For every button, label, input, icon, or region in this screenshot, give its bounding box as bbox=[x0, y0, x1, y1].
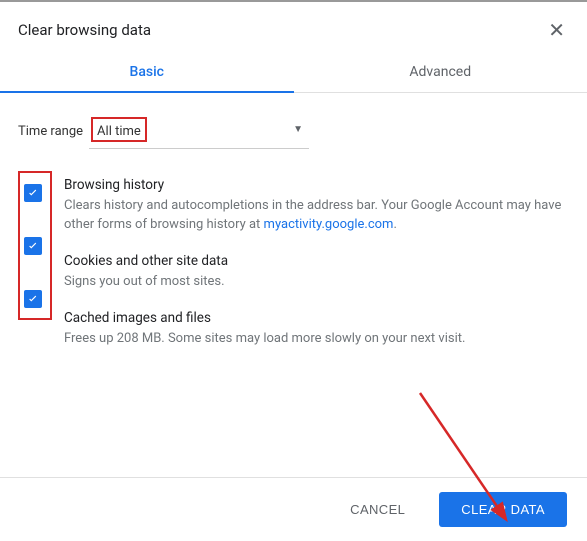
option-title: Browsing history bbox=[64, 177, 569, 193]
checkbox-cookies[interactable] bbox=[24, 237, 42, 255]
clear-data-button[interactable]: CLEAR DATA bbox=[439, 492, 567, 527]
option-cache: Cached images and files Frees up 208 MB.… bbox=[64, 310, 569, 349]
clear-browsing-data-dialog: Clear browsing data ✕ Basic Advanced Tim… bbox=[0, 0, 587, 541]
checkbox-cache[interactable] bbox=[24, 290, 42, 308]
time-range-label: Time range bbox=[18, 124, 83, 139]
option-title: Cached images and files bbox=[64, 310, 569, 326]
option-desc: Frees up 208 MB. Some sites may load mor… bbox=[64, 330, 569, 349]
tab-advanced[interactable]: Advanced bbox=[294, 52, 587, 92]
checkbox-highlight bbox=[18, 171, 52, 320]
dialog-title: Clear browsing data bbox=[18, 21, 151, 39]
time-range-value: All time bbox=[97, 124, 141, 139]
option-browsing-history: Browsing history Clears history and auto… bbox=[64, 177, 569, 235]
options-list: Browsing history Clears history and auto… bbox=[52, 171, 569, 348]
cancel-button[interactable]: CANCEL bbox=[328, 492, 427, 527]
tabs: Basic Advanced bbox=[0, 52, 587, 93]
option-desc: Signs you out of most sites. bbox=[64, 273, 569, 292]
chevron-down-icon: ▼ bbox=[293, 124, 303, 135]
dialog-header: Clear browsing data ✕ bbox=[0, 2, 587, 52]
option-cookies: Cookies and other site data Signs you ou… bbox=[64, 253, 569, 292]
time-range-row: Time range All time ▼ bbox=[18, 113, 569, 149]
option-desc-text-end: . bbox=[393, 217, 396, 232]
option-desc: Clears history and autocompletions in th… bbox=[64, 197, 569, 235]
dialog-footer: CANCEL CLEAR DATA bbox=[0, 477, 587, 541]
dialog-body: Time range All time ▼ bbox=[0, 93, 587, 477]
option-title: Cookies and other site data bbox=[64, 253, 569, 269]
tab-basic[interactable]: Basic bbox=[0, 52, 294, 92]
checkbox-browsing-history[interactable] bbox=[24, 184, 42, 202]
close-icon[interactable]: ✕ bbox=[544, 16, 569, 44]
time-range-select[interactable]: All time ▼ bbox=[89, 113, 309, 149]
time-range-highlight: All time bbox=[91, 117, 147, 142]
myactivity-link[interactable]: myactivity.google.com bbox=[264, 217, 394, 232]
